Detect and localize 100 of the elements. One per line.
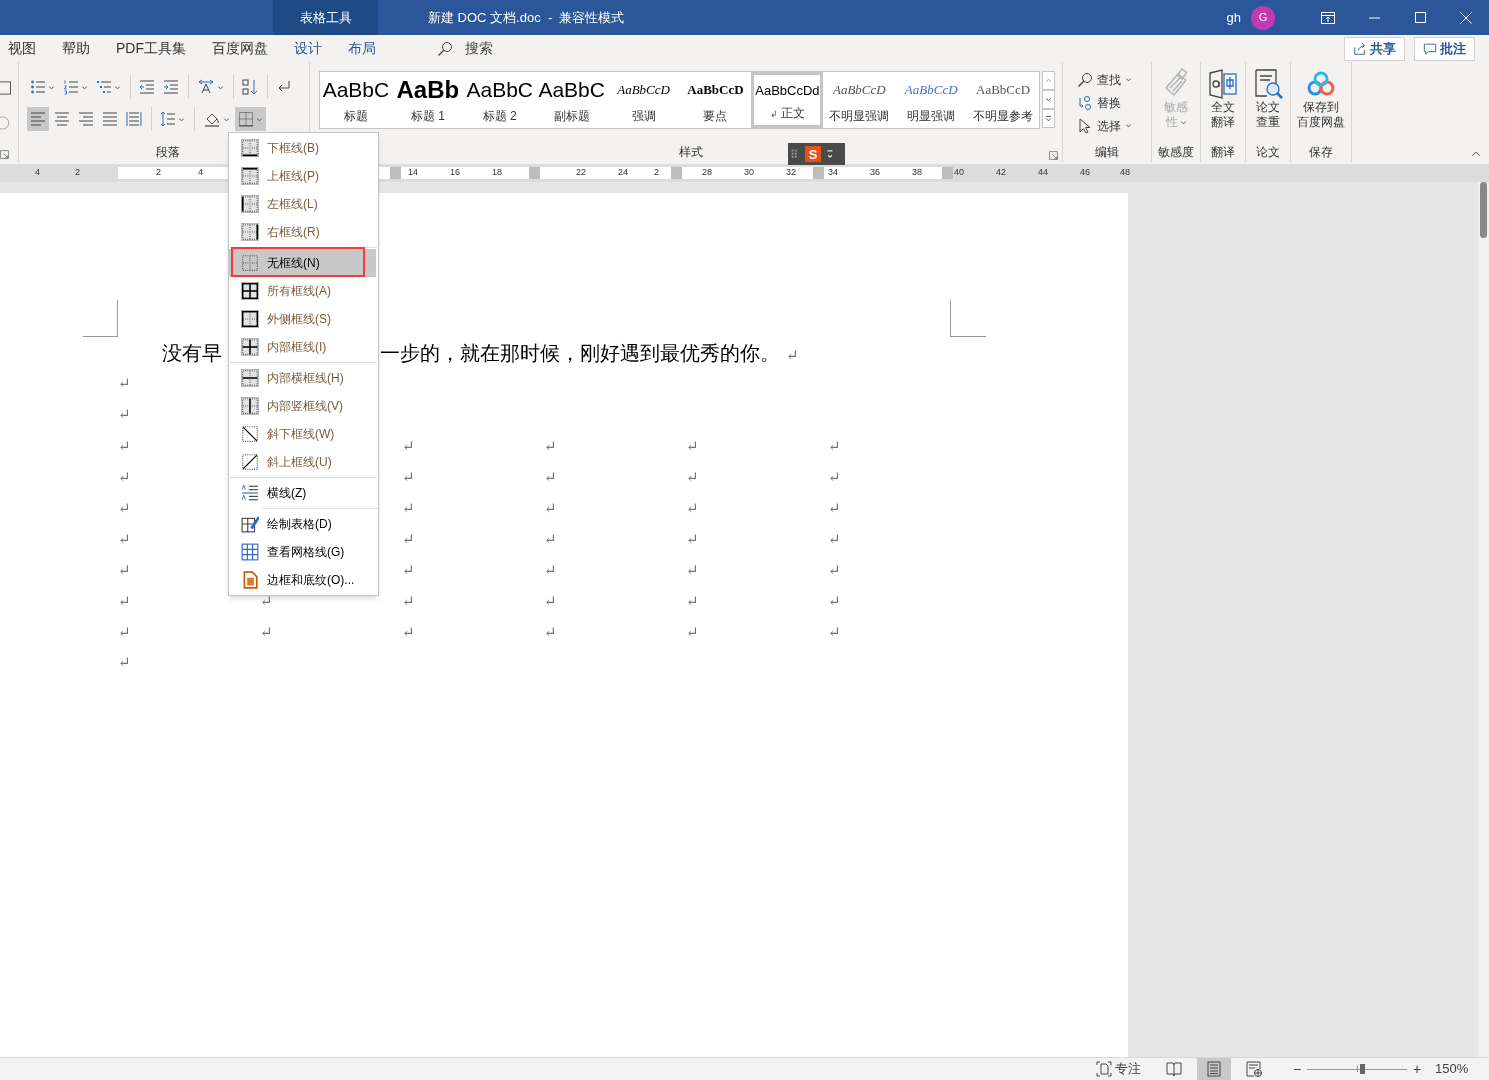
menu-item[interactable]: 所有框线(A) (229, 277, 376, 305)
find-button[interactable]: 查找 (1077, 68, 1151, 91)
menu-item[interactable]: 上框线(P) (229, 162, 376, 190)
dialog-launcher-icon (0, 150, 9, 159)
inside-vertical-border-icon (241, 397, 259, 415)
horizontal-line-icon (241, 484, 259, 502)
style-item[interactable]: AaBbCcD 强调 (607, 72, 680, 128)
menu-item[interactable]: 斜上框线(U) (229, 448, 376, 476)
style-item[interactable]: AaBbCcD 不明显参考 (967, 72, 1039, 128)
scroll-up-button[interactable] (1042, 71, 1055, 90)
column-marker[interactable] (813, 167, 824, 179)
column-marker[interactable] (942, 167, 953, 179)
body-text: 没有早 (162, 339, 223, 367)
menu-item[interactable]: 内部竖框线(V) (229, 392, 376, 420)
style-item[interactable]: AaBbCcD 要点 (679, 72, 752, 128)
ruler-number: 2 (654, 166, 659, 179)
text-box-icon (0, 80, 14, 96)
avatar[interactable]: G (1251, 5, 1275, 30)
ribbon-tab[interactable]: 布局 (348, 38, 376, 59)
paragraph-mark: ↵ (544, 529, 557, 548)
scrollbar[interactable] (1478, 182, 1489, 1057)
page-icon (1206, 1061, 1222, 1077)
print-view-button[interactable] (1197, 1058, 1231, 1080)
caret-icon (178, 115, 185, 123)
caret-icon (256, 115, 263, 123)
menu-item[interactable]: 斜下框线(W) (229, 420, 376, 448)
column-marker[interactable] (529, 167, 540, 179)
menu-item[interactable]: 右框线(R) (229, 218, 376, 246)
column-marker[interactable] (671, 167, 682, 179)
align-left-icon (30, 111, 46, 127)
caret-icon (217, 83, 224, 91)
check-button[interactable]: 论文 查重 (1252, 68, 1284, 130)
bullet-list-icon (30, 79, 46, 95)
sensitivity-button: 敏感 性 (1160, 68, 1192, 130)
ruler-number: 30 (744, 166, 754, 179)
paragraph-mark: ↵ (828, 591, 841, 610)
ruler-number: 14 (408, 166, 418, 179)
menu-item[interactable]: 内部框线(I) (229, 333, 376, 361)
zoom-in-button[interactable]: + (1411, 1058, 1423, 1080)
style-item[interactable]: AaBbC 标题 (320, 72, 392, 128)
sort-icon (242, 79, 258, 95)
ruler-number: 34 (828, 166, 838, 179)
expand-icon (1045, 114, 1052, 123)
style-item[interactable]: AaBbCcD 不明显强调 (823, 72, 896, 128)
menu-item[interactable]: 左框线(L) (229, 190, 376, 218)
ribbon-tab[interactable]: 帮助 (62, 38, 90, 59)
body-text: 一步的，就在那时候，刚好遇到最优秀的你。 (380, 339, 780, 367)
style-item[interactable]: AaBb 标题 1 (391, 72, 464, 128)
paragraph-mark: ↵ (118, 404, 131, 426)
ruler-number: 18 (492, 166, 502, 179)
caret-icon (48, 83, 55, 91)
menu-item[interactable]: 绘制表格(D) (229, 510, 376, 538)
paragraph-mark: ↵ (544, 467, 557, 486)
caret-icon (81, 83, 88, 91)
menu-item[interactable]: 内部横框线(H) (229, 364, 376, 392)
ruler-number: 48 (1120, 166, 1130, 179)
align-left-button[interactable] (27, 107, 49, 131)
paragraph-mark: ↵ (402, 622, 415, 641)
menu-item[interactable]: 外侧框线(S) (229, 305, 376, 333)
column-marker[interactable] (390, 167, 401, 179)
menu-item[interactable]: 查看网格线(G) (229, 538, 376, 566)
zoom-out-button[interactable]: − (1291, 1058, 1303, 1080)
style-item[interactable]: AaBbCcDd ↲ 正文 (751, 72, 824, 128)
style-item[interactable]: AaBbC 副标题 (535, 72, 608, 128)
minimize-icon (1368, 16, 1380, 19)
ime-logo[interactable]: S (805, 146, 821, 162)
search-field[interactable]: 搜索 (465, 38, 493, 59)
replace-button[interactable]: 替换 (1077, 91, 1151, 114)
paragraph-mark: ↵ (402, 591, 415, 610)
cloud-button[interactable]: 保存到 百度网盘 (1297, 68, 1345, 130)
ruler-number: 22 (576, 166, 586, 179)
paragraph-mark: ↵ (402, 436, 415, 455)
caret-icon (223, 115, 230, 123)
select-button[interactable]: 选择 (1077, 114, 1151, 137)
ribbon-tab[interactable]: 设计 (294, 38, 322, 59)
focus-icon (1096, 1061, 1112, 1077)
style-item[interactable]: AaBbCcD 明显强调 (895, 72, 968, 128)
share-button[interactable]: 共享 (1344, 36, 1405, 61)
ribbon-tab[interactable]: PDF工具集 (116, 38, 186, 59)
zoom-slider[interactable] (1307, 1062, 1407, 1076)
menu-item[interactable]: 无框线(N) (229, 249, 376, 277)
ribbon-tab[interactable]: 百度网盘 (212, 38, 268, 59)
menu-item[interactable]: 横线(Z) (229, 479, 376, 507)
comment-button[interactable]: 批注 (1414, 36, 1475, 61)
multilevel-list-icon (96, 79, 112, 95)
menu-item[interactable]: 下框线(B) (229, 134, 376, 162)
ribbon-tab[interactable]: 视图 (8, 38, 36, 59)
more-styles-button[interactable] (1042, 109, 1055, 128)
style-item[interactable]: AaBbC 标题 2 (463, 72, 536, 128)
menu-item[interactable]: 边框和底纹(O)... (229, 566, 376, 594)
ruler-number: 28 (702, 166, 712, 179)
share-icon (1353, 41, 1367, 56)
paragraph-mark: ↵ (828, 467, 841, 486)
group-label: 编辑 (1095, 144, 1119, 161)
focus-button[interactable]: 专注 (1096, 1059, 1141, 1079)
translate-button[interactable]: 全文 翻译 (1207, 68, 1239, 130)
paragraph-mark: ↵ (118, 467, 131, 486)
ribbon-display-icon (1321, 11, 1335, 24)
group-label: 保存 (1309, 144, 1333, 161)
collapse-ribbon-button[interactable] (1471, 149, 1481, 159)
